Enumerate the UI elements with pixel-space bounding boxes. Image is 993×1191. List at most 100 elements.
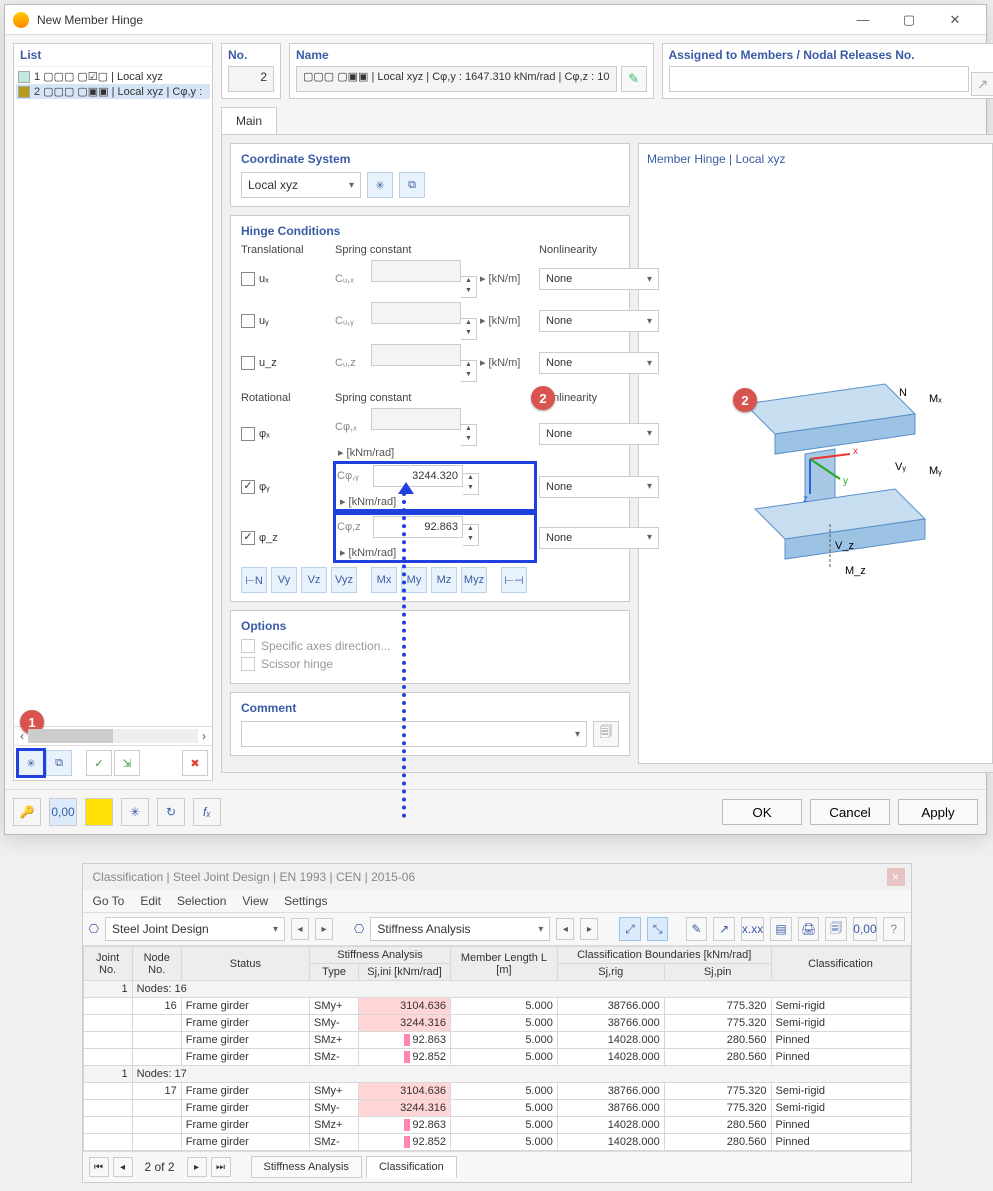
pick-members-button[interactable]: ↗ xyxy=(971,72,993,96)
comment-library-button[interactable]: 🗐 xyxy=(593,721,619,747)
tool-1[interactable]: ✎ xyxy=(686,917,708,941)
copy-button[interactable]: ⧉ xyxy=(46,750,72,776)
tool-help[interactable]: ? xyxy=(883,917,905,941)
filter-a-button[interactable]: ⤢ xyxy=(619,917,641,941)
preset-reset[interactable]: ⊢⊣ xyxy=(501,567,527,593)
ok-button[interactable]: OK xyxy=(722,799,802,825)
dof-ux[interactable]: uₓ xyxy=(241,272,331,286)
nonlinearity-combo[interactable]: None▾ xyxy=(539,476,659,498)
function-button[interactable]: fₓ xyxy=(193,798,221,826)
col-bounds[interactable]: Classification Boundaries [kNm/rad] xyxy=(557,947,771,964)
spinner[interactable]: ▲▼ xyxy=(463,473,479,495)
dof-uy[interactable]: uᵧ xyxy=(241,314,331,328)
col-joint[interactable]: Joint No. xyxy=(83,947,132,981)
menu-selection[interactable]: Selection xyxy=(177,894,226,908)
table-row[interactable]: Frame girder SMz- 92.852 5.000 14028.000… xyxy=(83,1049,910,1066)
tab-classification[interactable]: Classification xyxy=(366,1156,457,1178)
checkbox[interactable] xyxy=(241,639,255,653)
tool-4[interactable]: ▤ xyxy=(770,917,792,941)
maximize-button[interactable]: ▢ xyxy=(886,5,932,35)
new-hinge-button[interactable]: ✳ xyxy=(18,750,44,776)
col-status[interactable]: Status xyxy=(181,947,309,981)
name-input[interactable]: ▢▢▢ ▢▣▣ | Local xyz | Cφ,y : 1647.310 kN… xyxy=(296,66,617,92)
apply-all-button[interactable]: ⇲ xyxy=(114,750,140,776)
apply-button[interactable]: Apply xyxy=(898,799,978,825)
tool-units[interactable]: 0,00 xyxy=(853,917,877,941)
table-row[interactable]: Frame girder SMz+ 92.863 5.000 14028.000… xyxy=(83,1032,910,1049)
preset-mx[interactable]: Mx xyxy=(371,567,397,593)
col-type[interactable]: Type xyxy=(309,964,358,981)
horizontal-scrollbar[interactable]: ‹ › xyxy=(14,726,212,745)
col-node[interactable]: Node No. xyxy=(132,947,181,981)
no-input[interactable]: 2 xyxy=(228,66,274,92)
col-stiff[interactable]: Stiffness Analysis xyxy=(309,947,450,964)
preset-myz[interactable]: Myz xyxy=(461,567,487,593)
preset-vz[interactable]: Vz xyxy=(301,567,327,593)
dof-phiy[interactable]: φᵧ xyxy=(241,480,331,494)
menu-edit[interactable]: Edit xyxy=(140,894,161,908)
spring-input[interactable]: 92.863 xyxy=(373,516,463,538)
table-row[interactable]: Frame girder SMy- 3244.316 5.000 38766.0… xyxy=(83,1015,910,1032)
color-button[interactable] xyxy=(85,798,113,826)
minimize-button[interactable]: — xyxy=(840,5,886,35)
nav-next[interactable]: ▸ xyxy=(580,918,598,940)
menu-goto[interactable]: Go To xyxy=(93,894,125,908)
checkbox[interactable] xyxy=(241,272,255,286)
nav-next[interactable]: ▸ xyxy=(315,918,333,940)
cancel-button[interactable]: Cancel xyxy=(810,799,890,825)
coord-combo[interactable]: Local xyz ▾ xyxy=(241,172,361,198)
checkbox[interactable] xyxy=(241,314,255,328)
nonlinearity-combo[interactable]: None▾ xyxy=(539,352,659,374)
list-item[interactable]: 2 ▢▢▢ ▢▣▣ | Local xyz | Cφ,y : xyxy=(16,84,210,99)
tab-stiffness[interactable]: Stiffness Analysis xyxy=(251,1156,362,1178)
checkbox[interactable] xyxy=(241,657,255,671)
nonlinearity-combo[interactable]: None▾ xyxy=(539,268,659,290)
list-body[interactable]: 1 ▢▢▢ ▢☑▢ | Local xyz 2 ▢▢▢ ▢▣▣ | Local … xyxy=(14,67,212,726)
tool-5[interactable]: 🖨 xyxy=(798,917,820,941)
col-sj[interactable]: Sj,ini [kNm/rad] xyxy=(359,964,451,981)
checkbox[interactable] xyxy=(241,427,255,441)
page-next[interactable]: ▸ xyxy=(187,1157,207,1177)
assigned-input[interactable] xyxy=(669,66,969,92)
nonlinearity-combo[interactable]: None▾ xyxy=(539,423,659,445)
table-row[interactable]: Frame girder SMy- 3244.316 5.000 38766.0… xyxy=(83,1100,910,1117)
filter-b-button[interactable]: ⤡ xyxy=(647,917,669,941)
list-item[interactable]: 1 ▢▢▢ ▢☑▢ | Local xyz xyxy=(16,69,210,84)
nonlinearity-combo[interactable]: None▾ xyxy=(539,310,659,332)
module-combo[interactable]: Steel Joint Design▾ xyxy=(105,917,285,941)
col-pin[interactable]: Sj,pin xyxy=(664,964,771,981)
units-button[interactable]: 0,00 xyxy=(49,798,77,826)
comment-combo[interactable]: ▾ xyxy=(241,721,587,747)
menu-settings[interactable]: Settings xyxy=(284,894,327,908)
page-prev[interactable]: ◂ xyxy=(113,1157,133,1177)
apply-check-button[interactable]: ✓ xyxy=(86,750,112,776)
triangle-icon[interactable]: ▸ xyxy=(337,547,349,559)
preset-vy[interactable]: Vy xyxy=(271,567,297,593)
menu-view[interactable]: View xyxy=(242,894,268,908)
results-close-button[interactable]: × xyxy=(887,868,905,886)
triangle-icon[interactable]: ▸ xyxy=(337,496,349,508)
nav-prev[interactable]: ◂ xyxy=(556,918,574,940)
tool-3[interactable]: x.xx xyxy=(741,917,764,941)
tool-2[interactable]: ↗ xyxy=(713,917,735,941)
col-len[interactable]: Member Length L [m] xyxy=(451,947,558,981)
coord-edit-button[interactable]: ⧉ xyxy=(399,172,425,198)
dof-uz[interactable]: u_z xyxy=(241,356,331,370)
checkbox[interactable] xyxy=(241,531,255,545)
refresh-button[interactable]: ↻ xyxy=(157,798,185,826)
tool-6[interactable]: 🗐 xyxy=(825,917,847,941)
result-combo[interactable]: Stiffness Analysis▾ xyxy=(370,917,550,941)
delete-button[interactable]: ✖ xyxy=(182,750,208,776)
nonlinearity-combo[interactable]: None▾ xyxy=(539,527,659,549)
spinner[interactable]: ▲▼ xyxy=(463,524,479,546)
edit-name-button[interactable]: ✎ xyxy=(621,66,647,92)
col-rig[interactable]: Sj,rig xyxy=(557,964,664,981)
checkbox[interactable] xyxy=(241,480,255,494)
checkbox[interactable] xyxy=(241,356,255,370)
preset-vyz[interactable]: Vyz xyxy=(331,567,357,593)
dof-phiz[interactable]: φ_z xyxy=(241,531,331,545)
spring-input[interactable]: 3244.320 xyxy=(373,465,463,487)
tree-button[interactable]: ✳ xyxy=(121,798,149,826)
table-row[interactable]: Frame girder SMz+ 92.863 5.000 14028.000… xyxy=(83,1117,910,1134)
tab-main[interactable]: Main xyxy=(221,107,277,134)
